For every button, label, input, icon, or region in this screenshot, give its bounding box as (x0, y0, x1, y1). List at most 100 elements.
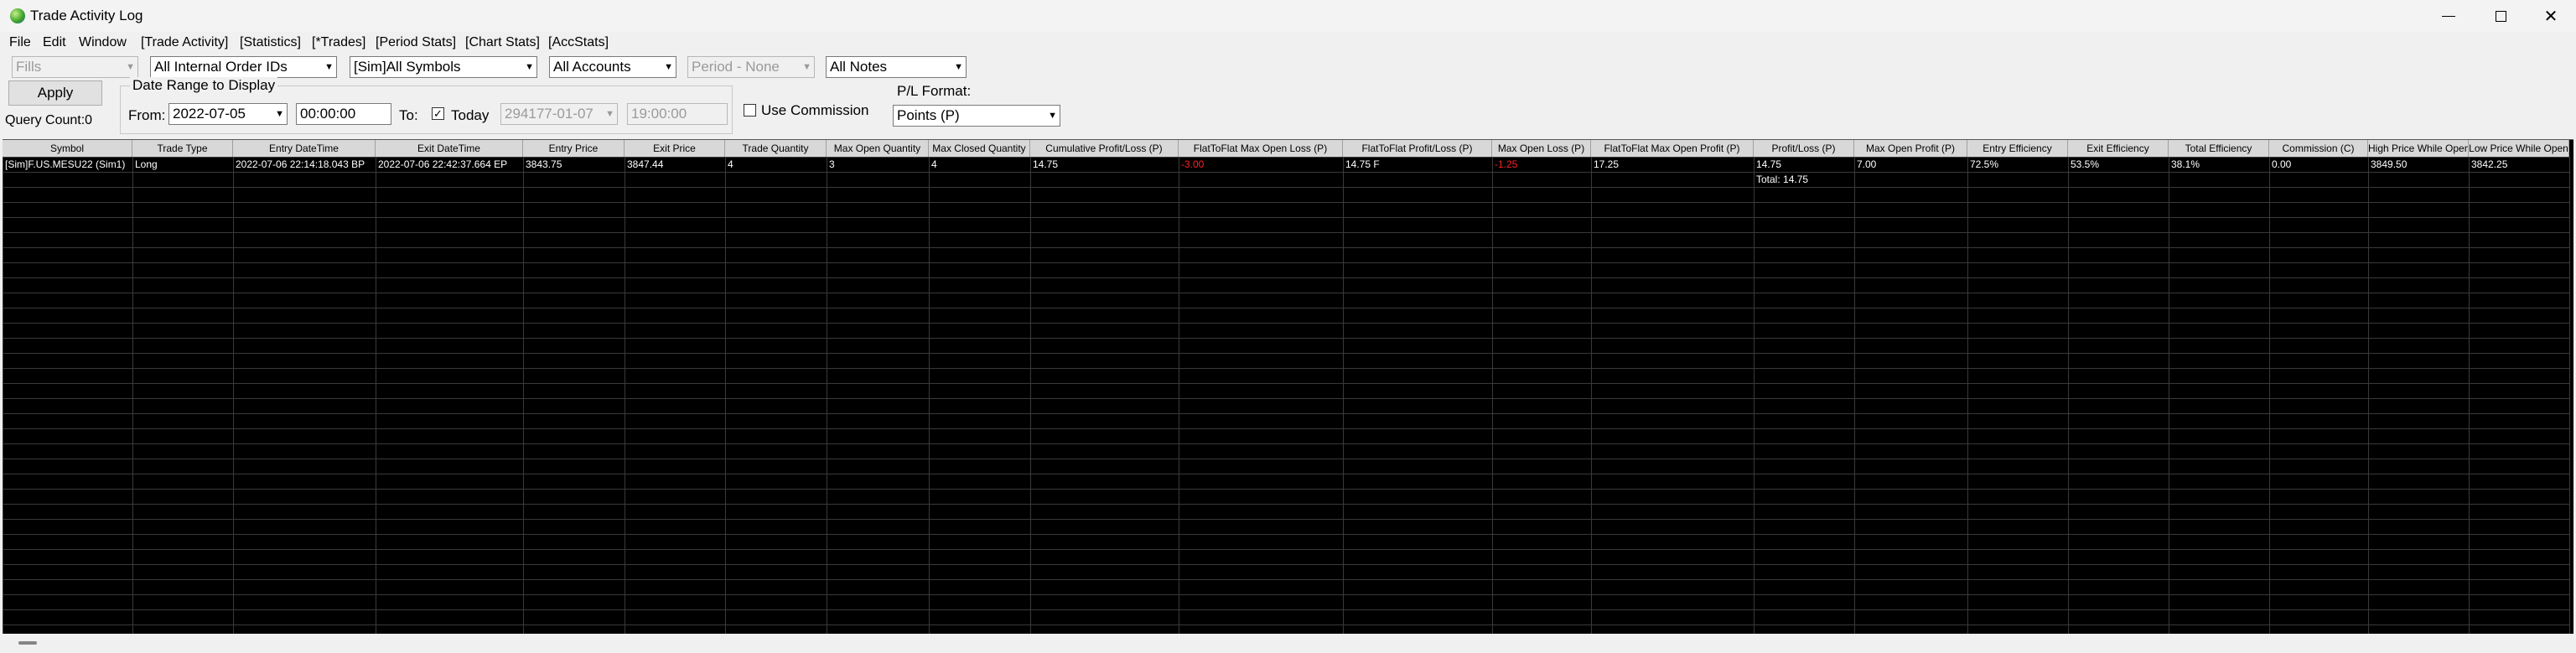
minimize-icon (2442, 15, 2455, 17)
menu-chart-stats[interactable]: [Chart Stats] (465, 35, 540, 50)
close-button[interactable]: ✕ (2525, 0, 2576, 32)
accounts-select[interactable]: All Accounts ▼ (549, 56, 676, 78)
table-cell[interactable]: 53.5% (2068, 157, 2169, 172)
maximize-button[interactable] (2475, 0, 2527, 32)
table-cell[interactable]: 2022-07-06 22:14:18.043 BP (233, 157, 376, 172)
table-cell[interactable]: 2022-07-06 22:42:37.664 EP (376, 157, 523, 172)
column-header[interactable]: Entry Price (523, 140, 625, 157)
chevron-down-icon: ▼ (1048, 111, 1057, 121)
from-date-picker[interactable]: 2022-07-05 ▼ (168, 103, 288, 125)
column-header[interactable]: Cumulative Profit/Loss (P) (1030, 140, 1179, 157)
table-cell[interactable]: 3849.50 (2368, 157, 2469, 172)
table-cell[interactable]: Long (132, 157, 233, 172)
filter-toolbar: Fills ▼ All Internal Order IDs ▼ [Sim]All … (0, 52, 2576, 139)
to-time-input[interactable]: 19:00:00 (627, 103, 728, 125)
window-title: Trade Activity Log (30, 8, 143, 23)
scrollbar-thumb[interactable] (18, 641, 37, 645)
date-range-label: Date Range to Display (130, 77, 278, 94)
table-cell[interactable]: 72.5% (1967, 157, 2068, 172)
table-cell[interactable]: 14.75 F (1343, 157, 1492, 172)
column-header[interactable]: FlatToFlat Max Open Profit (P) (1591, 140, 1754, 157)
to-label: To: (399, 107, 418, 123)
table-cell[interactable]: 4 (725, 157, 827, 172)
column-header[interactable]: Entry Efficiency (1967, 140, 2068, 157)
table-cell[interactable]: 14.75 (1754, 157, 1854, 172)
from-label: From: (128, 107, 166, 123)
column-header[interactable]: Trade Type (132, 140, 233, 157)
column-header[interactable]: Exit DateTime (376, 140, 523, 157)
menu-file[interactable]: File (9, 35, 31, 50)
column-header[interactable]: High Price While Open (2368, 140, 2469, 157)
chevron-down-icon: ▼ (324, 62, 334, 72)
column-header[interactable]: Max Open Quantity (827, 140, 929, 157)
use-commission-label: Use Commission (761, 102, 869, 118)
trade-log-grid[interactable]: Symbol Trade Type Entry DateTime Exit DateT… (3, 139, 2573, 635)
column-header[interactable]: Entry DateTime (233, 140, 376, 157)
table-cell[interactable]: 4 (929, 157, 1030, 172)
column-header[interactable]: Max Open Loss (P) (1492, 140, 1591, 157)
column-header[interactable]: Profit/Loss (P) (1754, 140, 1854, 157)
table-cell[interactable]: 7.00 (1854, 157, 1967, 172)
table-cell[interactable]: 3843.75 (523, 157, 625, 172)
table-cell[interactable]: [Sim]F.US.MESU22 (Sim1) (3, 157, 132, 172)
column-header[interactable]: Max Open Profit (P) (1854, 140, 1967, 157)
chevron-down-icon: ▼ (126, 62, 135, 72)
title-bar: Trade Activity Log ✕ (0, 0, 2576, 32)
table-cell[interactable]: 17.25 (1591, 157, 1754, 172)
to-date-picker[interactable]: 294177-01-07 ▼ (500, 103, 618, 125)
chevron-down-icon: ▼ (802, 62, 811, 72)
menu-accstats[interactable]: [AccStats] (548, 35, 609, 50)
use-commission-checkbox[interactable] (744, 104, 756, 117)
table-cell[interactable]: 14.75 (1030, 157, 1179, 172)
column-header[interactable]: FlatToFlat Profit/Loss (P) (1343, 140, 1492, 157)
table-cell[interactable]: 38.1% (2169, 157, 2269, 172)
today-checkbox[interactable]: ✓ (432, 107, 444, 120)
chevron-down-icon: ▼ (605, 109, 614, 119)
column-header[interactable]: FlatToFlat Max Open Loss (P) (1179, 140, 1343, 157)
column-header[interactable]: Symbol (3, 140, 132, 157)
table-cell[interactable]: 3842.25 (2469, 157, 2569, 172)
app-globe-icon (10, 8, 25, 23)
column-header[interactable]: Exit Price (625, 140, 725, 157)
chevron-down-icon: ▼ (664, 62, 673, 72)
close-icon: ✕ (2543, 7, 2558, 26)
menu-edit[interactable]: Edit (43, 35, 66, 50)
table-cell[interactable]: 0.00 (2269, 157, 2368, 172)
menu-statistics[interactable]: [Statistics] (240, 35, 301, 50)
table-cell[interactable]: 3 (827, 157, 929, 172)
table-cell[interactable]: 3847.44 (625, 157, 725, 172)
menu-period-stats[interactable]: [Period Stats] (376, 35, 456, 50)
menu-trade-activity[interactable]: [Trade Activity] (141, 35, 228, 50)
column-header[interactable]: Max Closed Quantity (929, 140, 1030, 157)
menu-bar: File Edit Window [Trade Activity] [Stati… (0, 32, 2576, 52)
column-header[interactable]: Exit Efficiency (2068, 140, 2169, 157)
horizontal-scrollbar[interactable] (0, 634, 2576, 653)
period-select[interactable]: Period - None ▼ (687, 56, 815, 78)
from-time-input[interactable]: 00:00:00 (296, 103, 391, 125)
pl-format-label: P/L Format: (897, 83, 972, 99)
today-label: Today (451, 107, 490, 123)
grid-lines (3, 157, 2570, 635)
pl-format-select[interactable]: Points (P) ▼ (893, 105, 1060, 127)
column-header[interactable]: Commission (C) (2269, 140, 2368, 157)
minimize-button[interactable] (2423, 0, 2475, 32)
symbols-select[interactable]: [Sim]All Symbols ▼ (350, 56, 537, 78)
chevron-down-icon: ▼ (525, 62, 534, 72)
maximize-icon (2495, 10, 2506, 22)
profit-loss-total: Total: 14.75 (1756, 174, 1809, 185)
apply-button[interactable]: Apply (8, 80, 102, 106)
chevron-down-icon: ▼ (275, 109, 284, 119)
table-cell[interactable]: -1.25 (1492, 157, 1591, 172)
column-header[interactable]: Low Price While Open (2469, 140, 2569, 157)
fills-select[interactable]: Fills ▼ (12, 56, 138, 78)
menu-window[interactable]: Window (79, 35, 127, 50)
grid-header-row: Symbol Trade Type Entry DateTime Exit DateT… (3, 140, 2569, 157)
column-header[interactable]: Total Efficiency (2169, 140, 2269, 157)
chevron-down-icon: ▼ (954, 62, 963, 72)
menu-trades[interactable]: [*Trades] (312, 35, 365, 50)
order-ids-select[interactable]: All Internal Order IDs ▼ (150, 56, 337, 78)
query-count: Query Count:0 (5, 113, 93, 127)
column-header[interactable]: Trade Quantity (725, 140, 827, 157)
table-cell[interactable]: -3.00 (1179, 157, 1343, 172)
notes-select[interactable]: All Notes ▼ (826, 56, 967, 78)
